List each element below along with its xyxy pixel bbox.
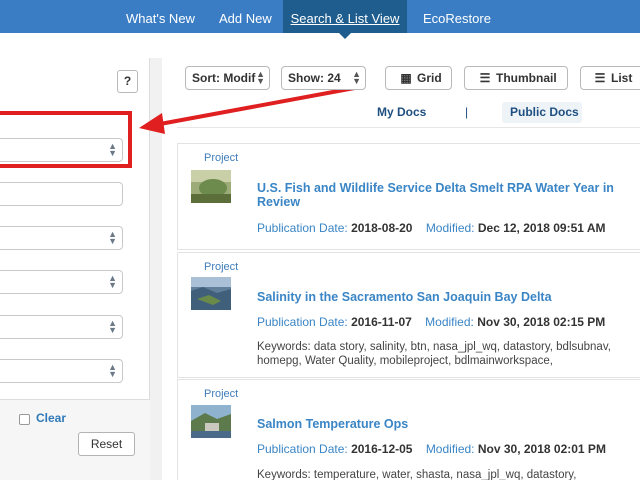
select-arrows-icon: ▲ ▼ <box>352 69 361 86</box>
modified-label: Modified: <box>425 221 475 235</box>
doc-tabs-separator: | <box>465 105 469 119</box>
sort-select-label: Sort: Modif <box>192 71 256 85</box>
pub-date-label: Publication Date: <box>257 442 348 456</box>
pub-date-value: 2018-08-20 <box>351 221 413 235</box>
result-keywords: Keywords: data story, salinity, btn, nas… <box>257 341 611 367</box>
pub-date-label: Publication Date: <box>257 221 348 235</box>
modified-value: Dec 12, 2018 09:51 AM <box>477 221 606 235</box>
result-thumbnail[interactable] <box>191 277 231 310</box>
list-view-button[interactable]: ☰ List <box>580 66 640 90</box>
list-view-label: List <box>611 71 633 85</box>
show-count-select[interactable]: Show: 24 ▲ ▼ <box>281 66 366 90</box>
result-dates: Publication Date: 2016-11-07 Modified: N… <box>257 315 605 329</box>
result-title[interactable]: Salinity in the Sacramento San Joaquin B… <box>257 290 637 304</box>
result-type: Project <box>204 261 239 273</box>
divider <box>177 127 640 128</box>
select-arrows-icon: ▲ ▼ <box>256 69 265 86</box>
page: What's New Add New Search & List View Ec… <box>0 0 640 480</box>
modified-label: Modified: <box>425 315 474 329</box>
grid-icon: ▦ <box>400 71 412 85</box>
grid-view-label: Grid <box>417 71 442 85</box>
result-dates: Publication Date: 2016-12-05 Modified: N… <box>257 442 606 456</box>
result-card: Project Salmon Temperature Ops Publicati… <box>177 379 640 480</box>
pub-date-value: 2016-12-05 <box>351 442 413 456</box>
result-dates: Publication Date: 2018-08-20 Modified: D… <box>257 221 606 235</box>
thumbnail-list-icon: ☰ <box>479 71 491 85</box>
result-keywords: Keywords: temperature, water, shasta, na… <box>257 469 577 480</box>
tab-my-docs[interactable]: My Docs <box>377 105 426 119</box>
result-type: Project <box>204 388 239 400</box>
result-title[interactable]: Salmon Temperature Ops <box>257 417 637 431</box>
result-thumbnail[interactable] <box>191 405 231 438</box>
pub-date-value: 2016-11-07 <box>351 315 412 329</box>
result-thumbnail[interactable] <box>191 170 231 203</box>
result-card: Project U.S. Fish and Wildlife Service D… <box>177 143 640 250</box>
result-type: Project <box>204 152 239 164</box>
list-icon: ☰ <box>594 71 606 85</box>
result-card: Project Salinity in the Sacramento San J… <box>177 252 640 378</box>
thumbnail-view-label: Thumbnail <box>496 71 557 85</box>
modified-value: Nov 30, 2018 02:15 PM <box>477 315 606 329</box>
pub-date-label: Publication Date: <box>257 315 348 329</box>
sort-select[interactable]: Sort: Modif ▲ ▼ <box>185 66 270 90</box>
result-title[interactable]: U.S. Fish and Wildlife Service Delta Sme… <box>257 181 637 209</box>
modified-label: Modified: <box>425 442 475 456</box>
tab-public-docs[interactable]: Public Docs <box>510 105 579 119</box>
grid-view-button[interactable]: ▦ Grid <box>385 66 452 90</box>
modified-value: Nov 30, 2018 02:01 PM <box>477 442 606 456</box>
thumbnail-view-button[interactable]: ☰ Thumbnail <box>464 66 568 90</box>
show-count-label: Show: 24 <box>288 71 341 85</box>
